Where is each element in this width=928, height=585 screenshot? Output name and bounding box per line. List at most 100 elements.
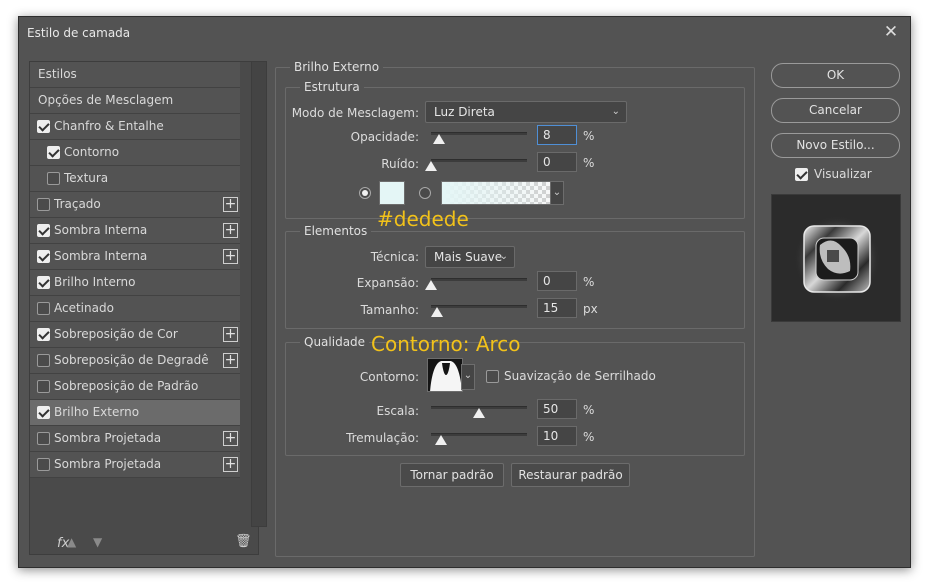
style-item-label: Acetinado bbox=[54, 301, 114, 315]
styles-list-scrollbar[interactable] bbox=[251, 61, 267, 527]
technique-dropdown[interactable]: Mais Suave ⌄ bbox=[425, 246, 515, 268]
style-item-label: Textura bbox=[64, 171, 109, 185]
glow-gradient-swatch[interactable] bbox=[441, 181, 551, 205]
spread-label: Expansão: bbox=[356, 276, 419, 290]
ok-button[interactable]: OK bbox=[771, 63, 900, 88]
opacity-slider-thumb[interactable] bbox=[432, 134, 445, 144]
style-item[interactable]: Sombra Projetada + bbox=[30, 426, 240, 452]
jitter-input[interactable]: 10 bbox=[537, 426, 577, 446]
style-item[interactable]: Sobreposição de Degradê + bbox=[30, 348, 240, 374]
style-item[interactable]: Sobreposição de Padrão bbox=[30, 374, 240, 400]
add-style-icon[interactable]: + bbox=[223, 457, 238, 472]
style-item[interactable]: Opções de Mesclagem bbox=[30, 88, 240, 114]
preview-checkbox[interactable] bbox=[795, 168, 808, 181]
preview-label: Visualizar bbox=[814, 167, 872, 181]
style-item-checkbox[interactable] bbox=[37, 276, 50, 289]
style-item[interactable]: Estilos bbox=[30, 62, 240, 88]
style-item-checkbox[interactable] bbox=[37, 406, 50, 419]
style-item[interactable]: Acetinado bbox=[30, 296, 240, 322]
style-item[interactable]: Traçado + bbox=[30, 192, 240, 218]
make-default-button[interactable]: Tornar padrão bbox=[400, 463, 504, 487]
style-item-label: Sombra Interna bbox=[54, 249, 148, 263]
add-style-icon[interactable]: + bbox=[223, 353, 238, 368]
style-item-label: Chanfro & Entalhe bbox=[54, 119, 164, 133]
contour-label: Contorno: bbox=[359, 370, 419, 384]
style-item-checkbox[interactable] bbox=[37, 224, 50, 237]
cancel-button[interactable]: Cancelar bbox=[771, 98, 900, 123]
noise-unit: % bbox=[583, 156, 595, 170]
size-slider-thumb[interactable] bbox=[430, 307, 443, 317]
size-input[interactable]: 15 bbox=[537, 298, 577, 318]
style-item-checkbox[interactable] bbox=[37, 458, 50, 471]
close-icon[interactable]: ✕ bbox=[880, 21, 902, 43]
add-style-icon[interactable]: + bbox=[223, 431, 238, 446]
style-item-label: Sombra Interna bbox=[54, 223, 148, 237]
style-item-label: Estilos bbox=[38, 67, 77, 81]
style-item[interactable]: Sobreposição de Cor + bbox=[30, 322, 240, 348]
style-item[interactable]: Sombra Interna + bbox=[30, 218, 240, 244]
contour-annotation: Contorno: Arco bbox=[371, 332, 521, 356]
spread-slider[interactable] bbox=[431, 278, 527, 281]
title-bar: Estilo de camada ✕ bbox=[19, 17, 910, 49]
technique-label: Técnica: bbox=[370, 250, 419, 264]
arrow-down-icon[interactable]: ▼ bbox=[93, 535, 102, 549]
style-item[interactable]: Textura bbox=[30, 166, 240, 192]
structure-title: Estrutura bbox=[300, 80, 364, 94]
range-slider-thumb[interactable] bbox=[473, 408, 485, 418]
blend-mode-dropdown[interactable]: Luz Direta ⌄ bbox=[425, 101, 627, 123]
noise-slider-thumb[interactable] bbox=[425, 161, 437, 171]
blend-mode-value: Luz Direta bbox=[434, 105, 495, 119]
style-preview bbox=[771, 194, 901, 322]
new-style-button[interactable]: Novo Estilo... bbox=[771, 133, 900, 158]
opacity-input[interactable]: 8 bbox=[537, 125, 577, 145]
style-item[interactable]: Sombra Interna + bbox=[30, 244, 240, 270]
blend-mode-label: Modo de Mesclagem: bbox=[291, 106, 419, 120]
gradient-chevron-icon[interactable]: ⌄ bbox=[550, 181, 564, 205]
style-item[interactable]: Contorno bbox=[30, 140, 240, 166]
style-item-checkbox[interactable] bbox=[47, 146, 60, 159]
style-item-label: Opções de Mesclagem bbox=[38, 93, 174, 107]
style-item-checkbox[interactable] bbox=[37, 354, 50, 367]
jitter-unit: % bbox=[583, 430, 595, 444]
color-annotation: #dedede bbox=[377, 207, 469, 231]
anti-alias-checkbox[interactable] bbox=[486, 370, 499, 383]
solid-color-radio[interactable] bbox=[359, 187, 371, 199]
style-item-checkbox[interactable] bbox=[37, 250, 50, 263]
style-item-label: Sobreposição de Cor bbox=[54, 327, 178, 341]
style-item[interactable]: Sombra Projetada + bbox=[30, 452, 240, 478]
style-item-checkbox[interactable] bbox=[37, 328, 50, 341]
jitter-label: Tremulação: bbox=[346, 431, 419, 445]
add-style-icon[interactable]: + bbox=[223, 327, 238, 342]
jitter-slider-thumb[interactable] bbox=[434, 435, 447, 445]
add-style-icon[interactable]: + bbox=[223, 249, 238, 264]
arrow-up-icon[interactable]: ▲ bbox=[67, 535, 76, 549]
add-style-icon[interactable]: + bbox=[223, 197, 238, 212]
spread-input[interactable]: 0 bbox=[537, 271, 577, 291]
noise-slider[interactable] bbox=[431, 159, 527, 162]
style-item[interactable]: Brilho Externo bbox=[30, 400, 240, 426]
contour-preview[interactable] bbox=[427, 358, 463, 392]
style-item-checkbox[interactable] bbox=[37, 432, 50, 445]
style-item-label: Brilho Externo bbox=[54, 405, 140, 419]
size-label: Tamanho: bbox=[360, 303, 419, 317]
style-item-checkbox[interactable] bbox=[37, 120, 50, 133]
style-item-checkbox[interactable] bbox=[37, 380, 50, 393]
range-input[interactable]: 50 bbox=[537, 399, 577, 419]
gradient-radio[interactable] bbox=[419, 187, 431, 199]
chevron-down-icon: ⌄ bbox=[499, 251, 508, 262]
size-slider[interactable] bbox=[431, 305, 527, 308]
reset-default-button[interactable]: Restaurar padrão bbox=[511, 463, 630, 487]
glow-color-swatch[interactable] bbox=[379, 181, 405, 205]
opacity-slider[interactable] bbox=[431, 132, 527, 135]
style-item-checkbox[interactable] bbox=[47, 172, 60, 185]
add-style-icon[interactable]: + bbox=[223, 223, 238, 238]
contour-chevron-icon[interactable]: ⌄ bbox=[461, 364, 475, 390]
style-item[interactable]: Brilho Interno bbox=[30, 270, 240, 296]
style-item-checkbox[interactable] bbox=[37, 302, 50, 315]
style-item[interactable]: Chanfro & Entalhe bbox=[30, 114, 240, 140]
range-unit: % bbox=[583, 403, 595, 417]
noise-input[interactable]: 0 bbox=[537, 152, 577, 172]
spread-slider-thumb[interactable] bbox=[425, 280, 437, 290]
trash-icon[interactable]: 🗑 bbox=[235, 534, 252, 549]
style-item-checkbox[interactable] bbox=[37, 198, 50, 211]
